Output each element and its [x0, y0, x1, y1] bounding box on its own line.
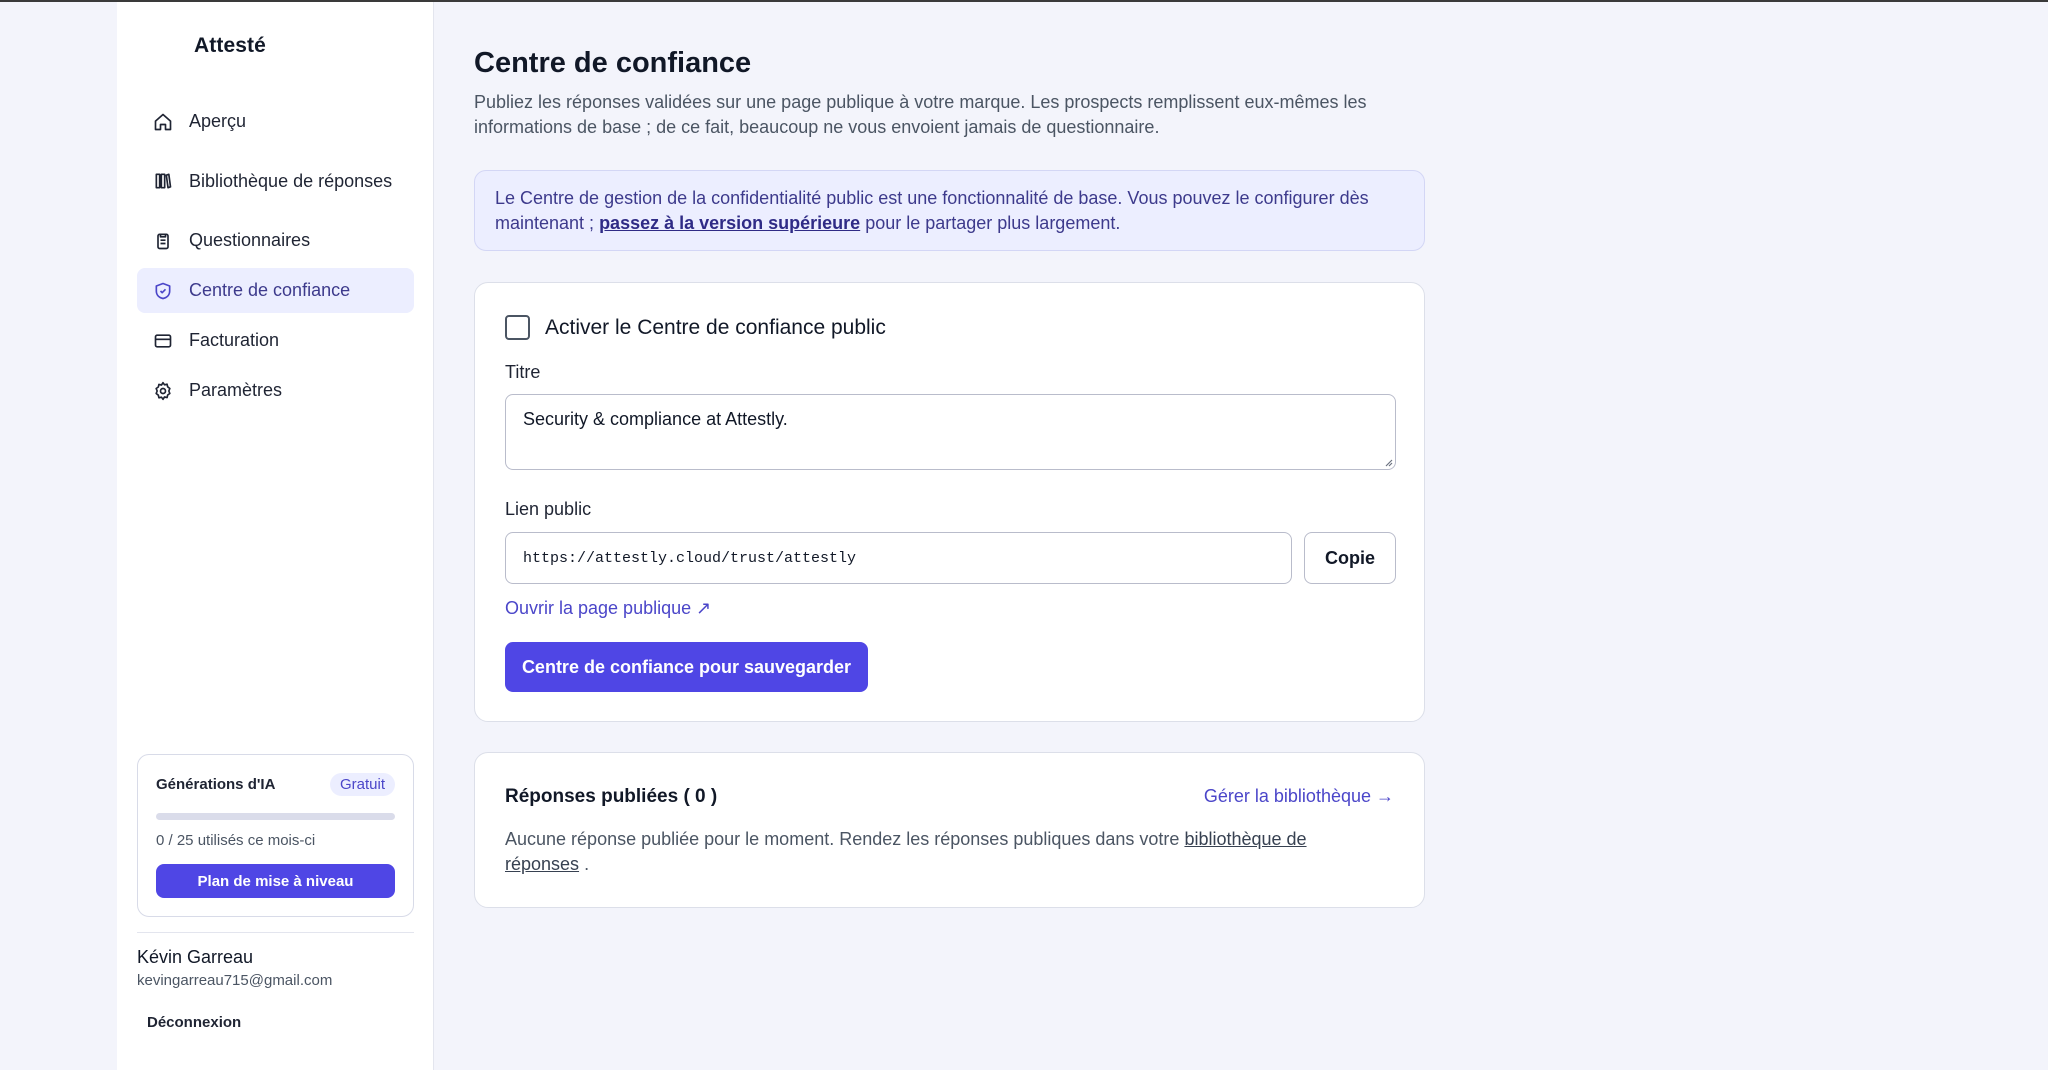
- logout-button[interactable]: Déconnexion: [147, 1014, 241, 1031]
- home-icon: [153, 112, 173, 132]
- sidebar-nav: Aperçu Bibliothèque de réponses Question…: [137, 99, 414, 418]
- upgrade-link[interactable]: passez à la version supérieure: [599, 213, 860, 233]
- sidebar-item-parametres[interactable]: Paramètres: [137, 368, 414, 413]
- clipboard-icon: [153, 231, 173, 251]
- page-description: Publiez les réponses validées sur une pa…: [474, 92, 1367, 137]
- sidebar-item-questionnaires[interactable]: Questionnaires: [137, 218, 414, 263]
- save-trust-center-button[interactable]: Centre de confiance pour sauvegarder: [505, 642, 868, 692]
- title-field-label: Titre: [505, 362, 541, 382]
- empty-text-after: .: [579, 854, 590, 874]
- resize-handle-icon[interactable]: [1383, 457, 1393, 467]
- enable-public-trust-center-checkbox[interactable]: [505, 315, 530, 340]
- upgrade-plan-button[interactable]: Plan de mise à niveau: [156, 864, 395, 898]
- public-link-label: Lien public: [505, 499, 592, 519]
- gear-icon: [153, 381, 173, 401]
- sidebar-item-bibliotheque[interactable]: Bibliothèque de réponses: [137, 149, 414, 213]
- published-empty-state: Aucune réponse publiée pour le moment. R…: [505, 827, 1385, 877]
- plan-badge: Gratuit: [329, 773, 395, 796]
- sidebar: Attesté Aperçu Bibliothèque de réponses …: [117, 2, 434, 1070]
- page-title: Centre de confiance: [474, 47, 752, 79]
- sidebar-item-label: Facturation: [189, 330, 280, 350]
- sidebar-item-label: Centre de confiance: [189, 280, 351, 300]
- empty-text-before: Aucune réponse publiée pour le moment. R…: [505, 829, 1185, 849]
- credit-card-icon: [153, 331, 173, 351]
- sidebar-item-apercu[interactable]: Aperçu: [137, 99, 414, 144]
- manage-library-link[interactable]: Gérer la bibliothèque →: [1204, 786, 1394, 807]
- sidebar-item-centre-de-confiance[interactable]: Centre de confiance: [137, 268, 414, 313]
- library-icon: [153, 171, 173, 191]
- sidebar-item-label: Bibliothèque de réponses: [189, 170, 393, 191]
- trust-center-settings-card: Activer le Centre de confiance public Ti…: [474, 282, 1425, 722]
- sidebar-item-label: Aperçu: [189, 111, 247, 131]
- public-link-input[interactable]: [505, 532, 1292, 584]
- upgrade-notice: Le Centre de gestion de la confidentiali…: [474, 170, 1425, 251]
- notice-text-after: pour le partager plus largement.: [860, 213, 1121, 233]
- usage-progress-bar: [156, 813, 395, 820]
- published-answers-card: Réponses publiées ( 0 ) Gérer la bibliot…: [474, 752, 1425, 908]
- open-public-page-link[interactable]: Ouvrir la page publique ↗: [505, 598, 711, 619]
- ai-usage-card: Générations d'IA Gratuit 0 / 25 utilisés…: [137, 754, 414, 917]
- enable-label: Activer le Centre de confiance public: [545, 315, 886, 339]
- copy-button[interactable]: Copie: [1304, 532, 1396, 584]
- shield-icon: [153, 281, 173, 301]
- sidebar-divider: [137, 932, 414, 933]
- user-email: kevingarreau715@gmail.com: [137, 972, 333, 989]
- brand-logo[interactable]: Attesté: [194, 34, 266, 58]
- usage-title: Générations d'IA: [156, 776, 276, 793]
- usage-text: 0 / 25 utilisés ce mois-ci: [156, 832, 316, 849]
- enable-row: Activer le Centre de confiance public: [505, 315, 886, 340]
- sidebar-item-label: Paramètres: [189, 380, 283, 400]
- published-answers-title: Réponses publiées ( 0 ): [505, 786, 718, 807]
- user-name: Kévin Garreau: [137, 947, 254, 967]
- title-field[interactable]: [505, 394, 1396, 470]
- usage-header: Générations d'IA Gratuit: [156, 773, 395, 796]
- sidebar-item-label: Questionnaires: [189, 230, 311, 250]
- sidebar-item-facturation[interactable]: Facturation: [137, 318, 414, 363]
